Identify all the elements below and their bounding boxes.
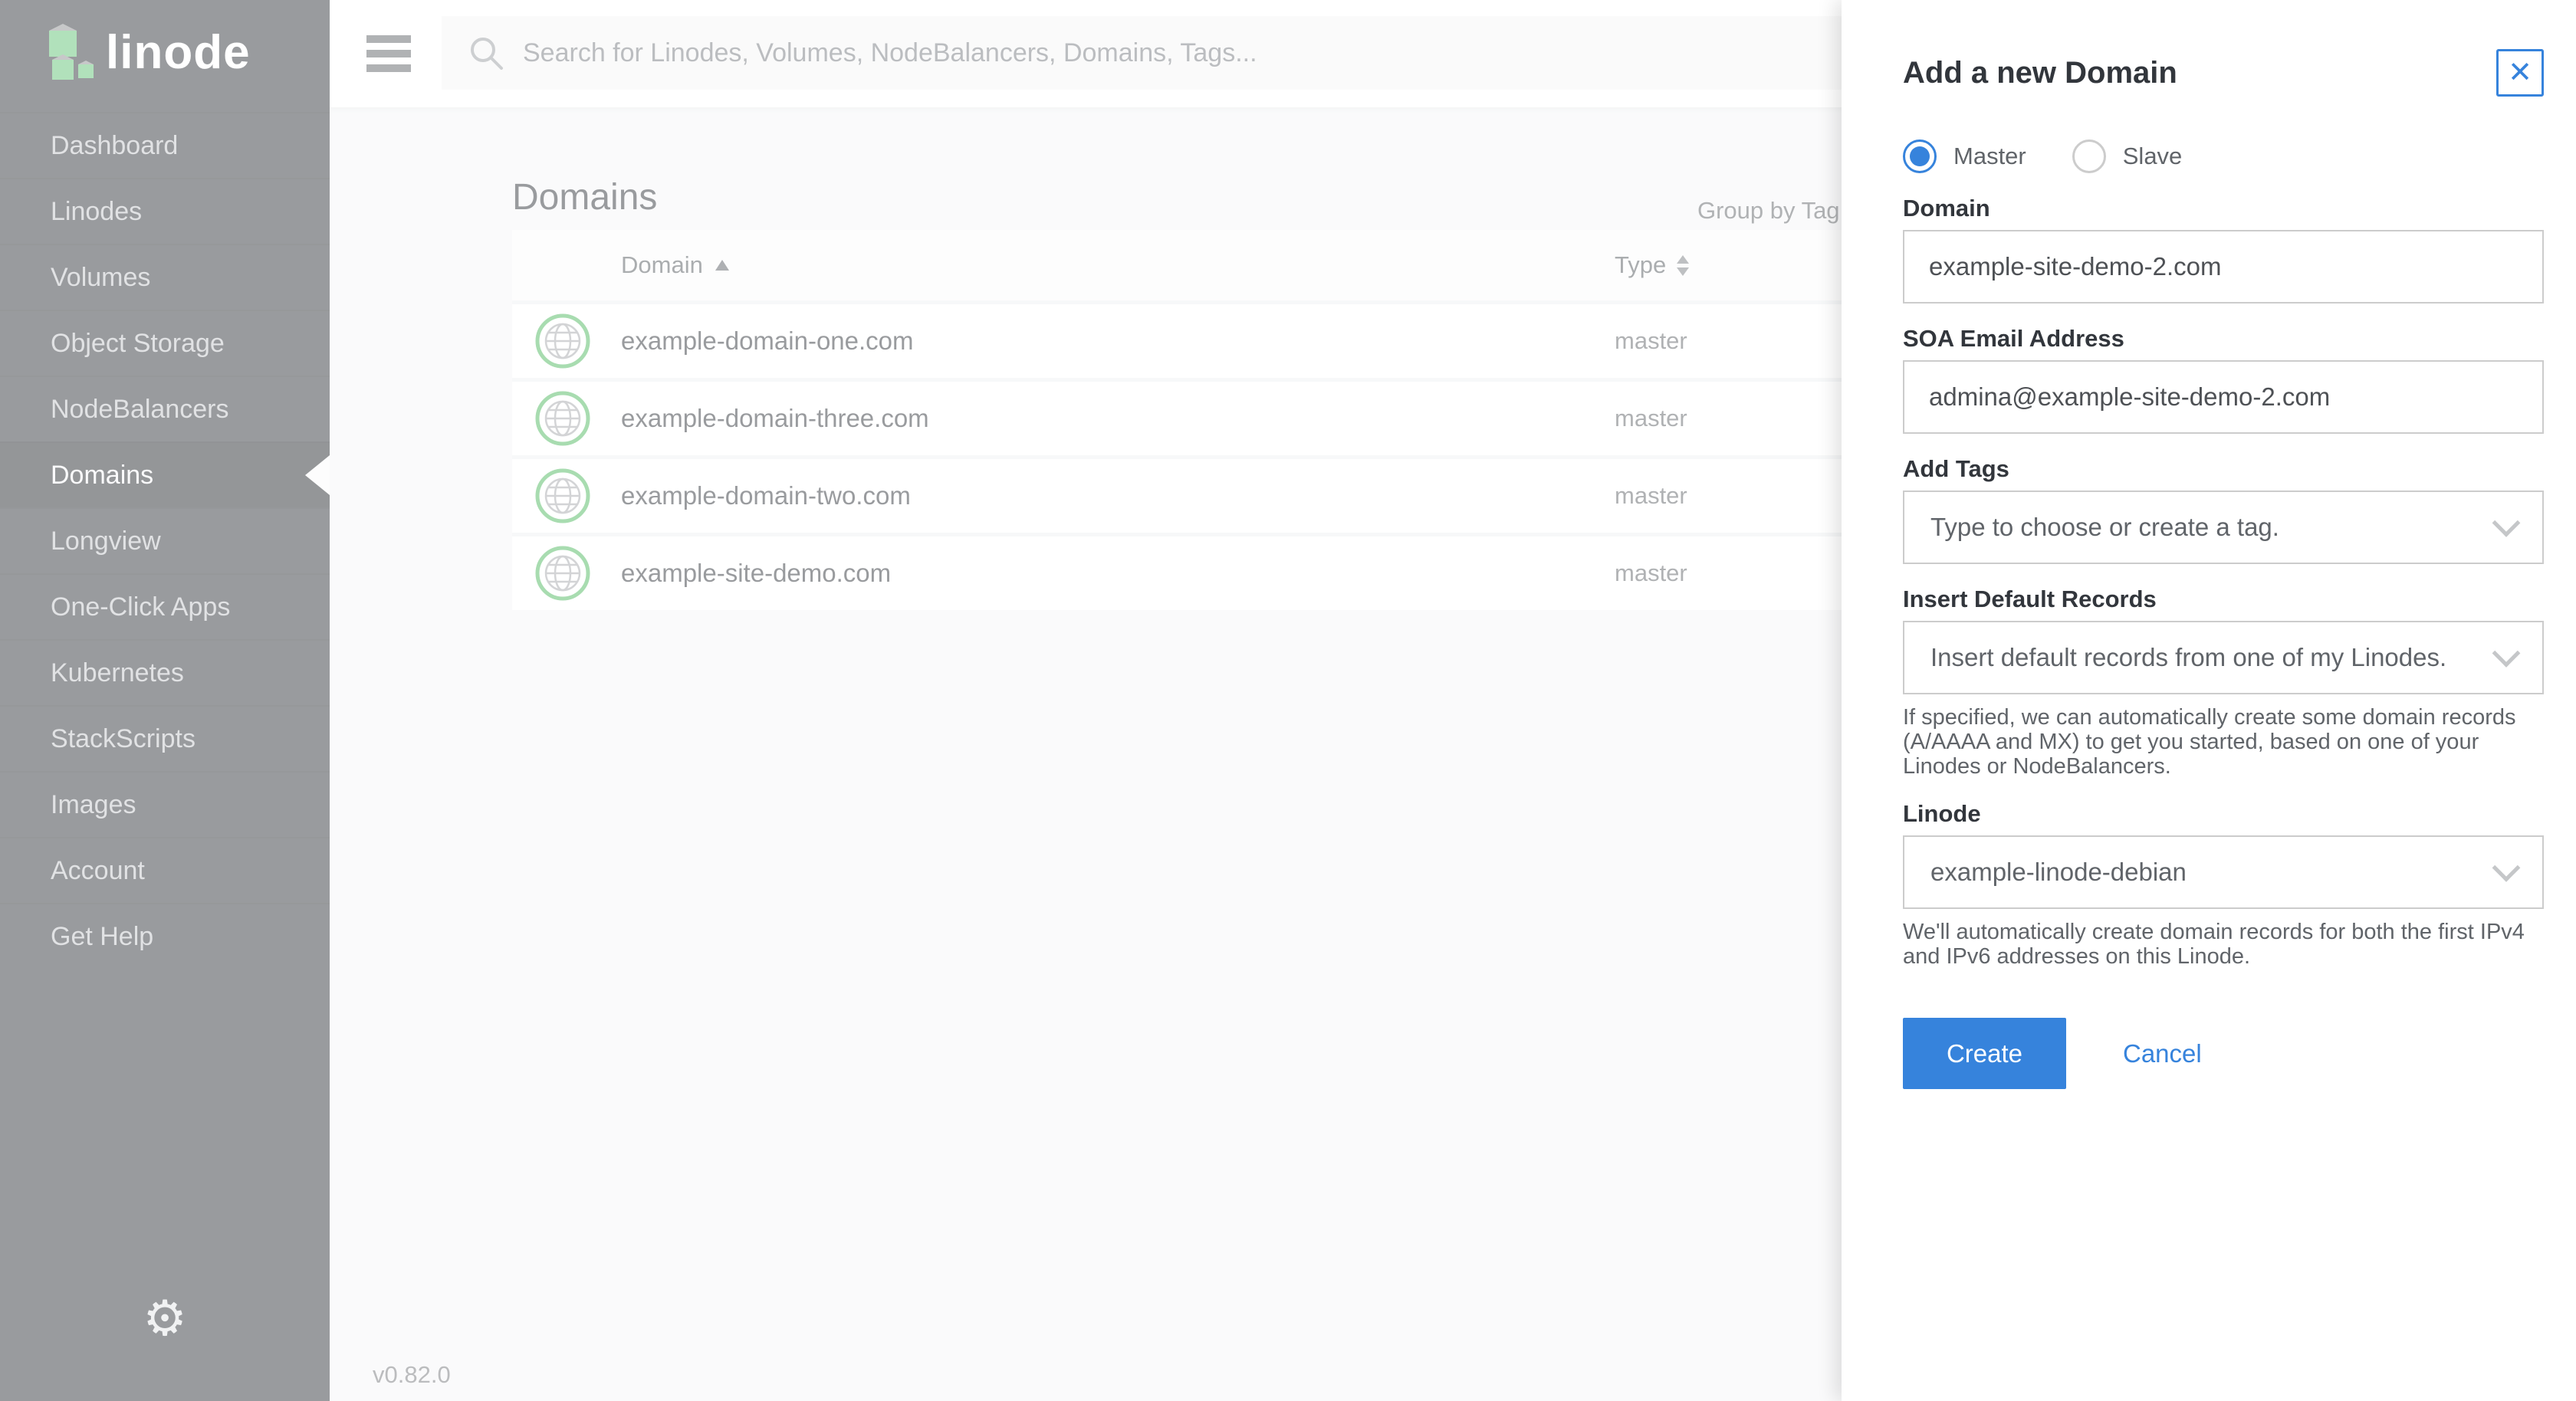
linode-select[interactable]: example-linode-debian — [1903, 835, 2544, 909]
linode-field-group: Linode example-linode-debian We'll autom… — [1903, 800, 2544, 969]
soa-field-group: SOA Email Address — [1903, 325, 2544, 434]
chevron-down-icon — [2492, 508, 2521, 537]
add-domain-drawer: Add a new Domain ✕ Master Slave Domain S… — [1842, 0, 2576, 1401]
soa-field-label: SOA Email Address — [1903, 325, 2124, 352]
cancel-button[interactable]: Cancel — [2123, 1039, 2202, 1068]
default-records-field-group: Insert Default Records Insert default re… — [1903, 586, 2544, 779]
linode-field-label: Linode — [1903, 800, 1981, 827]
default-records-value: Insert default records from one of my Li… — [1930, 643, 2447, 671]
linode-select-value: example-linode-debian — [1930, 858, 2187, 886]
default-records-helper-text: If specified, we can automatically creat… — [1903, 705, 2516, 779]
domain-type-radio-group: Master Slave — [1903, 139, 2544, 173]
radio-dot — [1910, 146, 1930, 166]
domain-input[interactable] — [1903, 230, 2544, 303]
drawer-actions: Create Cancel — [1903, 1018, 2544, 1089]
radio-label: Slave — [2122, 143, 2183, 169]
chevron-down-icon — [2492, 638, 2521, 668]
tags-select-placeholder: Type to choose or create a tag. — [1930, 513, 2279, 541]
drawer-header: Add a new Domain ✕ — [1903, 49, 2544, 97]
drawer-title: Add a new Domain — [1903, 55, 2177, 90]
close-button[interactable]: ✕ — [2496, 49, 2544, 97]
close-icon: ✕ — [2508, 57, 2532, 89]
domain-field-group: Domain — [1903, 195, 2544, 303]
chevron-down-icon — [2492, 853, 2521, 882]
tags-select[interactable]: Type to choose or create a tag. — [1903, 491, 2544, 564]
tags-field-group: Add Tags Type to choose or create a tag. — [1903, 455, 2544, 564]
linode-helper-text: We'll automatically create domain record… — [1903, 920, 2525, 969]
soa-email-input[interactable] — [1903, 360, 2544, 434]
default-records-select[interactable]: Insert default records from one of my Li… — [1903, 621, 2544, 694]
radio-master[interactable]: Master — [1903, 139, 2026, 173]
radio-label: Master — [1953, 143, 2026, 169]
domain-field-label: Domain — [1903, 195, 1990, 221]
default-records-label: Insert Default Records — [1903, 586, 2157, 612]
radio-selected-icon — [1903, 139, 1937, 173]
radio-unselected-icon — [2072, 139, 2106, 173]
tags-field-label: Add Tags — [1903, 455, 2009, 482]
radio-slave[interactable]: Slave — [2072, 139, 2183, 173]
create-button[interactable]: Create — [1903, 1018, 2066, 1089]
